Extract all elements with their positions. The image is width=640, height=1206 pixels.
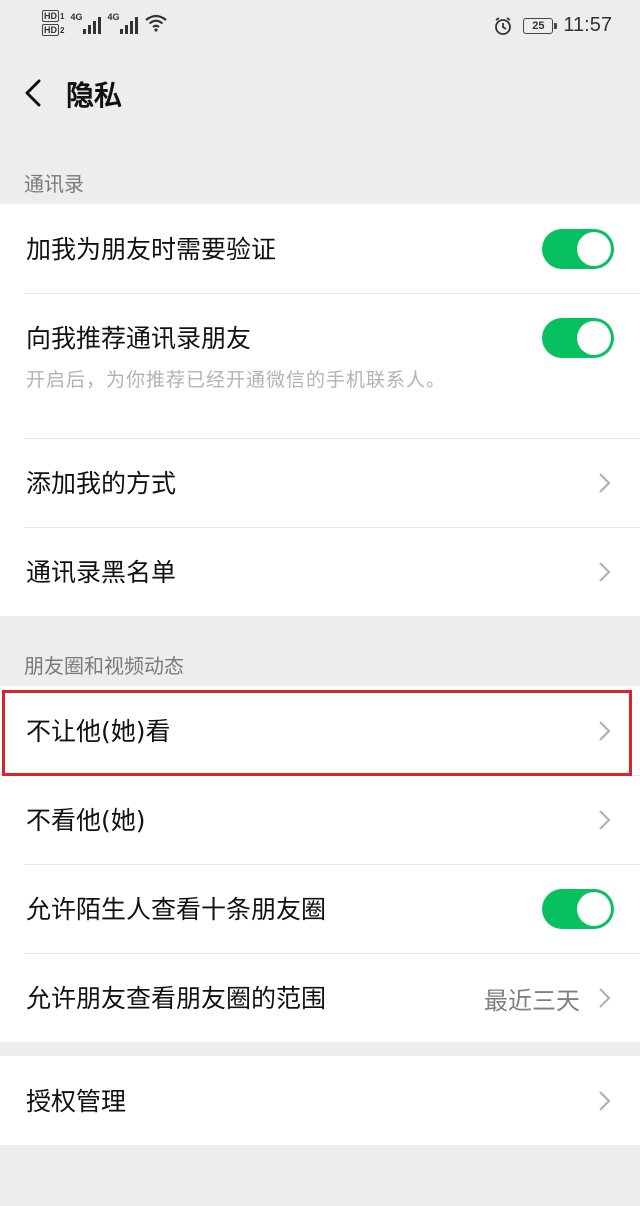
row-label: 不看他(她) (26, 806, 146, 835)
battery-icon: 25 (523, 17, 558, 34)
sim-indicators: HD 1 HD 2 (42, 10, 64, 36)
verify-friend-toggle[interactable] (542, 229, 614, 269)
row-value: 最近三天 (484, 987, 580, 1015)
status-bar: HD 1 HD 2 4G 4G 25 11:57 (0, 0, 640, 52)
hd1-number: 1 (60, 11, 65, 21)
row-hide-their-moments[interactable]: 不看他(她) (0, 775, 640, 864)
row-label: 允许朋友查看朋友圈的范围 (26, 984, 327, 1013)
signal-1: 4G (70, 12, 102, 34)
chevron-right-icon (599, 810, 611, 830)
row-description: 开启后，为你推荐已经开通微信的手机联系人。 (26, 369, 447, 391)
row-contacts-blacklist[interactable]: 通讯录黑名单 (0, 527, 640, 616)
row-label: 向我推荐通讯录朋友 (26, 324, 252, 353)
chevron-right-icon (599, 988, 611, 1008)
header: 隐私 (0, 52, 640, 134)
signal-2: 4G (107, 12, 139, 34)
row-label: 加我为朋友时需要验证 (26, 235, 277, 264)
chevron-right-icon (599, 721, 611, 741)
row-label: 添加我的方式 (26, 469, 177, 498)
row-label: 授权管理 (26, 1087, 127, 1116)
row-label: 允许陌生人查看十条朋友圈 (26, 895, 327, 924)
hd2-label: HD (42, 24, 59, 36)
section-label-moments: 朋友圈和视频动态 (24, 654, 184, 678)
page-title: 隐私 (66, 79, 123, 112)
status-left: HD 1 HD 2 4G 4G (42, 10, 168, 36)
row-strangers-view-ten[interactable]: 允许陌生人查看十条朋友圈 (0, 864, 640, 953)
row-add-me-methods[interactable]: 添加我的方式 (0, 438, 640, 527)
row-label: 不让他(她)看 (26, 717, 171, 746)
alarm-clock-icon (495, 16, 512, 35)
row-verify-friend-request[interactable]: 加我为朋友时需要验证 (0, 204, 640, 293)
signal-bars-icon (83, 16, 102, 34)
row-authorization-management[interactable]: 授权管理 (0, 1056, 640, 1145)
row-moments-visible-range[interactable]: 允许朋友查看朋友圈的范围 最近三天 (0, 953, 640, 1042)
chevron-right-icon (599, 1091, 611, 1111)
chevron-right-icon (599, 562, 611, 582)
back-arrow-icon[interactable] (20, 78, 50, 108)
other-group: 授权管理 (0, 1056, 640, 1145)
wifi-icon (145, 14, 168, 32)
signal-2-label: 4G (107, 12, 120, 22)
signal-bars-icon (120, 16, 139, 34)
moments-group: 不让他(她)看 不看他(她) 允许陌生人查看十条朋友圈 允许朋友查看朋友圈的范围… (0, 686, 640, 1042)
hd2-badge: HD 2 (42, 24, 64, 36)
strangers-view-toggle[interactable] (542, 889, 614, 929)
hd1-label: HD (42, 10, 59, 22)
recommend-contacts-toggle[interactable] (542, 318, 614, 358)
row-hide-my-moments[interactable]: 不让他(她)看 (0, 686, 640, 775)
status-right: 25 11:57 (493, 14, 612, 37)
hd1-badge: HD 1 (42, 10, 64, 22)
contacts-group: 加我为朋友时需要验证 向我推荐通讯录朋友 开启后，为你推荐已经开通微信的手机联系… (0, 204, 640, 616)
hd2-number: 2 (60, 25, 65, 35)
signal-1-label: 4G (70, 12, 83, 22)
section-label-contacts: 通讯录 (24, 172, 84, 196)
clock-time: 11:57 (563, 14, 612, 36)
row-recommend-contacts[interactable]: 向我推荐通讯录朋友 开启后，为你推荐已经开通微信的手机联系人。 (0, 293, 640, 438)
battery-level: 25 (532, 19, 545, 32)
row-label: 通讯录黑名单 (26, 558, 177, 587)
chevron-right-icon (599, 473, 611, 493)
